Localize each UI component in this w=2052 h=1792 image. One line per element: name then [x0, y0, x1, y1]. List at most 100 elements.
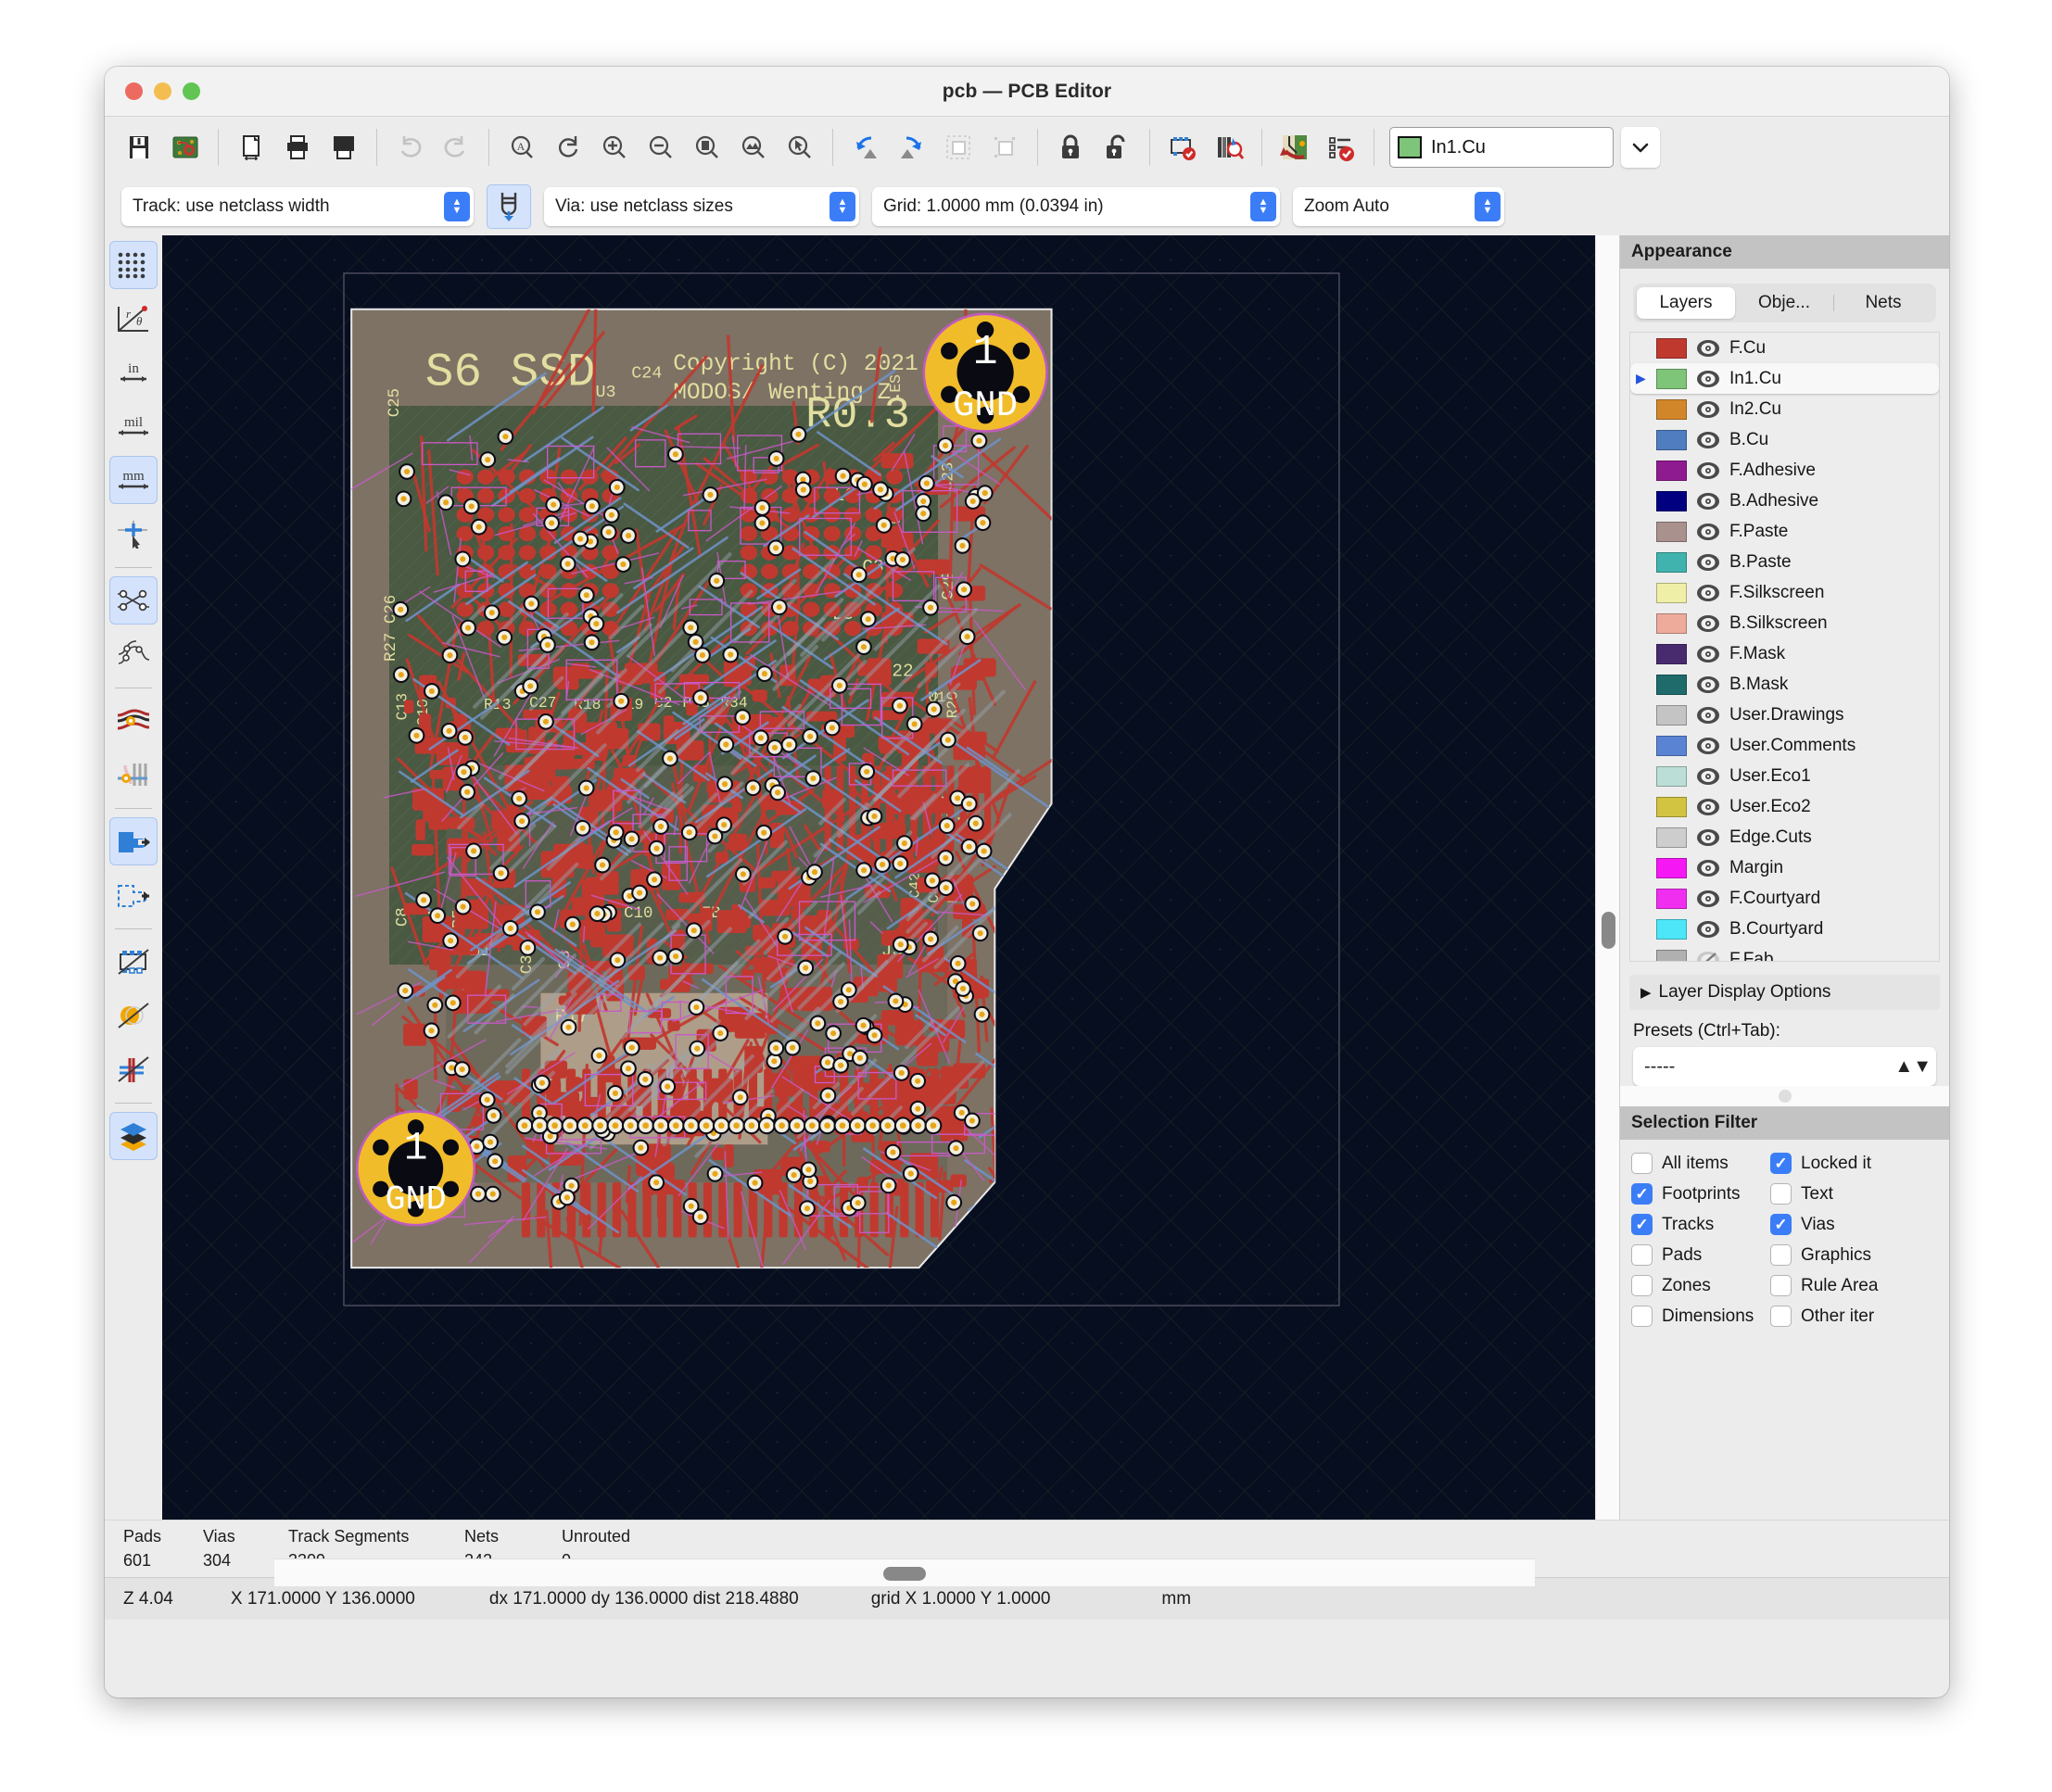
layer-color-swatch[interactable]	[1656, 490, 1687, 511]
eye-icon[interactable]	[1694, 644, 1722, 664]
layer-color-swatch[interactable]	[1656, 398, 1687, 420]
stepper-icon[interactable]: ▲▼	[1475, 192, 1501, 221]
zoom-fit-icon[interactable]	[684, 123, 730, 171]
layer-row-f-cu[interactable]: F.Cu	[1630, 333, 1939, 363]
layer-color-swatch[interactable]	[1656, 582, 1687, 603]
units-inches-button[interactable]: in	[109, 348, 158, 397]
layer-row-b-mask[interactable]: B.Mask	[1630, 669, 1939, 700]
footprint-library-icon[interactable]	[1206, 123, 1252, 171]
layer-color-swatch[interactable]	[1656, 765, 1687, 787]
chevron-down-icon[interactable]	[1621, 127, 1660, 168]
layer-row-f-fab[interactable]: F.Fab	[1630, 944, 1939, 961]
eye-icon[interactable]	[1694, 827, 1722, 848]
zoom-in-icon[interactable]	[591, 123, 638, 171]
eye-icon[interactable]	[1694, 613, 1722, 634]
filter-footprints[interactable]: Footprints	[1631, 1180, 1770, 1208]
stepper-icon[interactable]: ▲▼	[1894, 1056, 1932, 1078]
checkbox-unchecked-icon[interactable]	[1770, 1275, 1792, 1296]
layer-row-user-eco1[interactable]: User.Eco1	[1630, 761, 1939, 791]
eye-icon[interactable]	[1694, 583, 1722, 603]
layer-row-f-courtyard[interactable]: F.Courtyard	[1630, 883, 1939, 914]
eye-icon[interactable]	[1694, 797, 1722, 817]
unlock-icon[interactable]	[1094, 123, 1140, 171]
pad-number-button[interactable]	[109, 1045, 158, 1093]
layer-color-swatch[interactable]	[1656, 857, 1687, 878]
eye-icon[interactable]	[1694, 858, 1722, 878]
rotate-ccw-icon[interactable]	[842, 123, 889, 171]
checkbox-unchecked-icon[interactable]	[1770, 1183, 1792, 1205]
filter-vias[interactable]: Vias	[1770, 1210, 1949, 1239]
layer-color-swatch[interactable]	[1656, 674, 1687, 695]
stepper-icon[interactable]: ▲▼	[444, 192, 470, 221]
eye-icon[interactable]	[1694, 889, 1722, 909]
plot-icon[interactable]	[321, 123, 367, 171]
layer-color-swatch[interactable]	[1656, 918, 1687, 940]
track-sketch-button[interactable]	[109, 697, 158, 745]
layer-color-swatch[interactable]	[1656, 735, 1687, 756]
toggle-grid-button[interactable]	[109, 241, 158, 289]
layer-color-swatch[interactable]	[1656, 949, 1687, 961]
text-sketch-button[interactable]	[109, 991, 158, 1040]
layer-row-f-paste[interactable]: F.Paste	[1630, 516, 1939, 547]
layer-row-b-courtyard[interactable]: B.Courtyard	[1630, 914, 1939, 944]
zoom-out-icon[interactable]	[638, 123, 684, 171]
active-layer-selector[interactable]: In1.Cu	[1389, 127, 1614, 168]
checkbox-checked-icon[interactable]	[1631, 1183, 1653, 1205]
layer-display-options-button[interactable]: ▶ Layer Display Options	[1629, 975, 1940, 1010]
filter-dimensions[interactable]: Dimensions	[1631, 1302, 1770, 1331]
checkbox-checked-icon[interactable]	[1770, 1214, 1792, 1235]
filter-graphics[interactable]: Graphics	[1770, 1241, 1949, 1269]
layer-row-f-silkscreen[interactable]: F.Silkscreen	[1630, 577, 1939, 608]
checkbox-unchecked-icon[interactable]	[1770, 1306, 1792, 1327]
checkbox-checked-icon[interactable]	[1631, 1214, 1653, 1235]
contrast-mode-button[interactable]	[109, 1112, 158, 1160]
via-size-select[interactable]: Via: use netclass sizes ▲ ▼	[544, 187, 859, 226]
layer-color-swatch[interactable]	[1656, 612, 1687, 634]
eye-icon[interactable]	[1694, 338, 1722, 359]
layer-color-swatch[interactable]	[1656, 704, 1687, 726]
layer-row-margin[interactable]: Margin	[1630, 852, 1939, 883]
layers-list[interactable]: F.Cu ▶ In1.Cu In2.Cu B.Cu F.Adhesive B.Adhesiv…	[1629, 332, 1940, 962]
zoom-selection-icon[interactable]	[777, 123, 823, 171]
zoom-select[interactable]: Zoom Auto ▲ ▼	[1293, 187, 1504, 226]
grid-select[interactable]: Grid: 1.0000 mm (0.0394 in) ▲ ▼	[872, 187, 1280, 226]
refresh-icon[interactable]	[545, 123, 591, 171]
auto-track-width-toggle[interactable]	[487, 184, 531, 229]
layer-color-swatch[interactable]	[1656, 888, 1687, 909]
eye-icon[interactable]	[1694, 522, 1722, 542]
board-setup-icon[interactable]	[162, 123, 209, 171]
filter-text[interactable]: Text	[1770, 1180, 1949, 1208]
footprint-checker-icon[interactable]	[1159, 123, 1206, 171]
full-crosshair-button[interactable]	[109, 510, 158, 558]
eye-icon[interactable]	[1694, 369, 1722, 389]
layer-color-swatch[interactable]	[1656, 521, 1687, 542]
eye-icon[interactable]	[1694, 552, 1722, 573]
filter-all-items[interactable]: All items	[1631, 1149, 1770, 1178]
pcb-canvas[interactable]: S6 SSD Copyright (C) 2021 MODOS/ Wenting Z…	[162, 235, 1619, 1520]
eye-icon[interactable]	[1694, 766, 1722, 787]
eye-icon[interactable]	[1694, 430, 1722, 450]
eye-hidden-icon[interactable]	[1694, 950, 1722, 961]
layer-row-f-mask[interactable]: F.Mask	[1630, 638, 1939, 669]
track-width-select[interactable]: Track: use netclass width ▲ ▼	[121, 187, 474, 226]
layer-row-in1-cu[interactable]: ▶ In1.Cu	[1630, 363, 1939, 394]
layer-color-swatch[interactable]	[1656, 460, 1687, 481]
layer-row-user-drawings[interactable]: User.Drawings	[1630, 700, 1939, 730]
canvas-vertical-scrollbar[interactable]	[1595, 235, 1619, 1520]
layer-row-user-eco2[interactable]: User.Eco2	[1630, 791, 1939, 822]
find-icon[interactable]: A	[499, 123, 545, 171]
scrollbar-thumb[interactable]	[1602, 912, 1615, 949]
eye-icon[interactable]	[1694, 736, 1722, 756]
eye-icon[interactable]	[1694, 491, 1722, 511]
checkbox-unchecked-icon[interactable]	[1631, 1306, 1653, 1327]
layer-color-swatch[interactable]	[1656, 368, 1687, 389]
rotate-cw-icon[interactable]	[889, 123, 935, 171]
units-mils-button[interactable]: mil	[109, 402, 158, 450]
filter-locked-it[interactable]: Locked it	[1770, 1149, 1949, 1178]
layer-row-in2-cu[interactable]: In2.Cu	[1630, 394, 1939, 424]
layer-row-edge-cuts[interactable]: Edge.Cuts	[1630, 822, 1939, 852]
zone-filled-button[interactable]	[109, 817, 158, 865]
curved-ratsnest-button[interactable]	[109, 630, 158, 678]
show-ratsnest-button[interactable]	[109, 576, 158, 625]
checkbox-unchecked-icon[interactable]	[1631, 1244, 1653, 1266]
